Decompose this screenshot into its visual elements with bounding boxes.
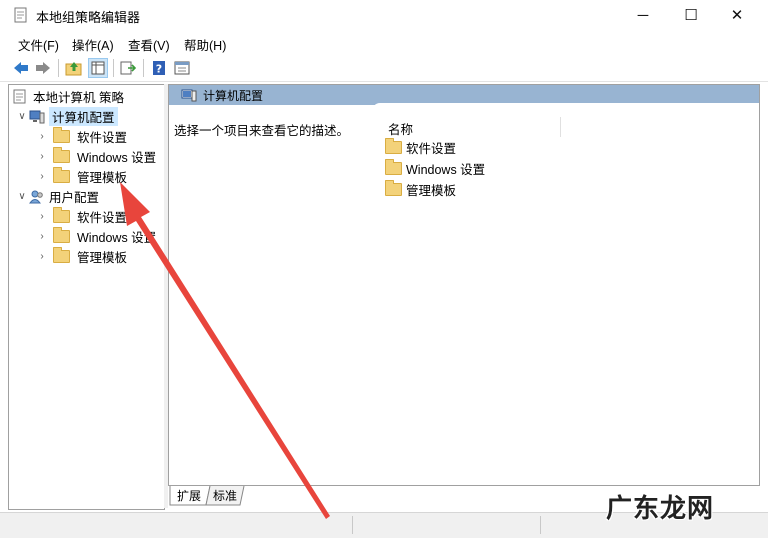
list-item[interactable]: 管理模板 <box>385 179 457 198</box>
back-arrow-icon[interactable] <box>11 58 31 78</box>
properties-icon[interactable] <box>172 58 192 78</box>
policy-document-icon <box>13 89 26 103</box>
items-list[interactable]: 名称 软件设置 Windows 设置 管理模板 <box>372 103 759 485</box>
maximize-button[interactable]: ☐ <box>668 0 714 30</box>
tree-item-label: 管理模板 <box>77 170 128 185</box>
tree-item-label: Windows 设置 <box>77 150 157 165</box>
export-list-icon[interactable] <box>118 58 138 78</box>
column-separator[interactable] <box>560 117 561 137</box>
list-item-label: Windows 设置 <box>406 162 486 177</box>
folder-icon <box>53 246 70 263</box>
forward-arrow-icon[interactable] <box>33 58 53 78</box>
tree-pane[interactable]: 本地计算机 策略 ∨ 计算机配置 › 软件设置 › Windows 设置 › 管… <box>8 84 165 510</box>
details-header-title: 计算机配置 <box>203 88 264 103</box>
watermark: 广东龙网 <box>606 494 715 524</box>
computer-icon <box>29 110 45 123</box>
details-header: 计算机配置 <box>169 85 759 105</box>
up-folder-icon[interactable] <box>64 58 84 78</box>
computer-icon <box>181 89 197 102</box>
tree-item-label: Windows 设置 <box>77 230 157 245</box>
folder-icon <box>53 226 70 243</box>
tree-item-label: 用户配置 <box>49 190 100 205</box>
show-hide-tree-icon[interactable] <box>88 58 108 78</box>
list-item[interactable]: 软件设置 <box>385 137 457 156</box>
tree-item-label: 计算机配置 <box>49 106 118 126</box>
chevron-right-icon[interactable]: › <box>35 251 49 262</box>
tree-item-label: 软件设置 <box>77 210 128 225</box>
tree-item-label: 管理模板 <box>77 250 128 265</box>
tab-standard[interactable]: 标准 <box>210 486 240 505</box>
toolbar: ? <box>0 55 768 82</box>
tree-item-label: 软件设置 <box>77 130 128 145</box>
tree-item-admin-templates[interactable]: › 管理模板 <box>35 246 128 265</box>
svg-text:?: ? <box>156 63 162 76</box>
policy-editor-icon <box>14 7 27 23</box>
tree-item-computer-config[interactable]: ∨ 计算机配置 <box>15 106 118 126</box>
tree-item-software-settings[interactable]: › 软件设置 <box>35 206 128 225</box>
folder-icon <box>53 146 70 163</box>
description-text: 选择一个项目来查看它的描述。 <box>174 124 350 138</box>
tab-extended[interactable]: 扩展 <box>174 486 204 505</box>
tree-item-user-config[interactable]: ∨ 用户配置 <box>15 187 99 205</box>
folder-icon <box>385 158 402 175</box>
folder-icon <box>385 179 402 196</box>
users-icon <box>29 190 43 203</box>
details-pane[interactable]: 计算机配置 选择一个项目来查看它的描述。 名称 软件设置 Windows 设置 … <box>168 84 760 486</box>
folder-icon <box>53 126 70 143</box>
folder-icon <box>385 137 402 154</box>
tree-item-windows-settings[interactable]: › Windows 设置 <box>35 146 157 165</box>
chevron-right-icon[interactable]: › <box>35 211 49 222</box>
menu-action[interactable]: 操作(A) <box>72 35 114 54</box>
list-item-label: 软件设置 <box>406 141 457 156</box>
chevron-right-icon[interactable]: › <box>35 171 49 182</box>
folder-icon <box>53 166 70 183</box>
close-button[interactable]: ✕ <box>714 0 760 30</box>
background-edge <box>0 84 8 508</box>
window-title: 本地组策略编辑器 <box>36 10 141 25</box>
chevron-right-icon[interactable]: › <box>35 151 49 162</box>
tree-root[interactable]: 本地计算机 策略 <box>13 87 124 105</box>
list-item[interactable]: Windows 设置 <box>385 158 486 177</box>
help-icon[interactable]: ? <box>149 58 169 78</box>
column-header-name[interactable]: 名称 <box>388 119 413 138</box>
menu-view[interactable]: 查看(V) <box>128 35 170 54</box>
list-item-label: 管理模板 <box>406 183 457 198</box>
minimize-button[interactable]: ─ <box>620 0 666 30</box>
tree-item-windows-settings[interactable]: › Windows 设置 <box>35 226 157 245</box>
menu-bar: 文件(F) 操作(A) 查看(V) 帮助(H) <box>0 32 768 54</box>
title-bar[interactable]: 本地组策略编辑器 ─ ☐ ✕ <box>0 0 768 30</box>
chevron-right-icon[interactable]: › <box>35 231 49 242</box>
tree-root-label: 本地计算机 策略 <box>33 90 124 105</box>
tree-item-software-settings[interactable]: › 软件设置 <box>35 126 128 145</box>
chevron-down-icon[interactable]: ∨ <box>15 111 29 122</box>
menu-file[interactable]: 文件(F) <box>18 35 59 54</box>
menu-help[interactable]: 帮助(H) <box>184 35 226 54</box>
folder-icon <box>53 206 70 223</box>
chevron-down-icon[interactable]: ∨ <box>15 191 29 202</box>
chevron-right-icon[interactable]: › <box>35 131 49 142</box>
tree-item-admin-templates[interactable]: › 管理模板 <box>35 166 128 185</box>
